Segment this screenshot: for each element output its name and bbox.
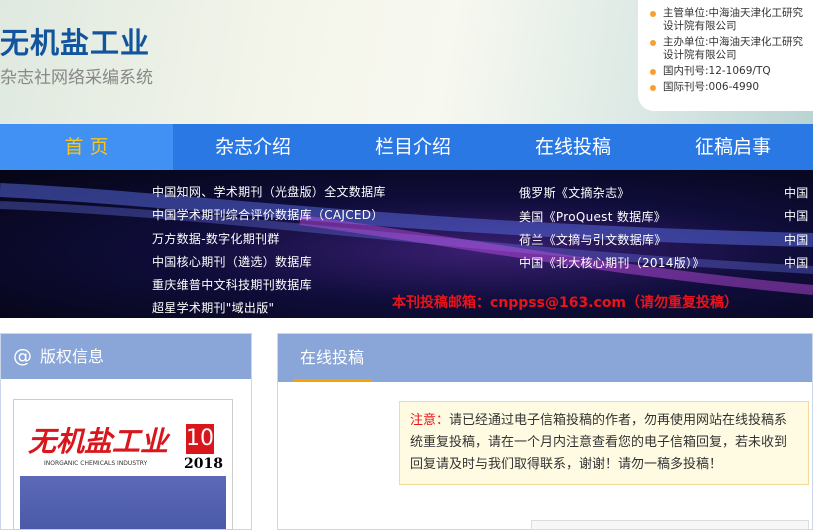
info-text: 国际刊号:006-4990 xyxy=(663,81,760,93)
nav-journal-intro[interactable]: 杂志介绍 xyxy=(173,124,333,170)
info-row: 国际刊号:006-4990 xyxy=(650,81,807,94)
info-text: 国内刊号:12-1069/TQ xyxy=(663,65,771,77)
index-db: 中国学术期刊综合评价数据库（CAJCED） xyxy=(152,208,384,222)
active-tab-indicator xyxy=(293,379,372,382)
index-db: 荷兰《文摘与引文数据库》 xyxy=(519,233,667,247)
nav-online-submission[interactable]: 在线投稿 xyxy=(493,124,653,170)
index-db: 中国 xyxy=(784,209,809,223)
site-header: 无机盐工业 杂志社网络采编系统 主管单位:中海油天津化工研究设计院有限公司 主办… xyxy=(0,0,813,124)
cover-issue: 10 xyxy=(186,424,214,454)
cover-band xyxy=(20,476,226,529)
at-icon: @ xyxy=(13,345,32,367)
cover-title: 无机盐工业 xyxy=(28,425,169,458)
info-row: 国内刊号:12-1069/TQ xyxy=(650,65,807,78)
panel-header: 在线投稿 xyxy=(278,334,812,382)
notice-label: 注意： xyxy=(410,413,450,428)
index-db: 中国核心期刊（遴选）数据库 xyxy=(152,255,312,269)
info-row: 主管单位:中海油天津化工研究设计院有限公司 xyxy=(650,7,807,33)
notice-box: 注意：请已经通过电子信箱投稿的作者，勿再使用网站在线投稿系统重复投稿，请在一个月… xyxy=(399,401,809,485)
cover-year: 2018 xyxy=(184,456,223,472)
site-subtitle: 杂志社网络采编系统 xyxy=(0,68,153,88)
bullet-icon xyxy=(650,85,656,91)
info-row: 主办单位:中海油天津化工研究设计院有限公司 xyxy=(650,36,807,62)
bullet-icon xyxy=(650,69,656,75)
index-db: 中国知网、学术期刊（光盘版）全文数据库 xyxy=(152,185,386,199)
nav-call-for-papers[interactable]: 征稿启事 xyxy=(653,124,813,170)
tab-online-submission[interactable]: 在线投稿 xyxy=(300,348,364,367)
site-title[interactable]: 无机盐工业 xyxy=(0,20,150,62)
bullet-icon xyxy=(650,11,656,17)
panel-title: 版权信息 xyxy=(40,347,105,366)
index-db: 重庆维普中文科技期刊数据库 xyxy=(152,278,312,292)
index-db: 中国 xyxy=(784,233,809,247)
index-banner: 中国知网、学术期刊（光盘版）全文数据库 中国学术期刊综合评价数据库（CAJCED… xyxy=(0,170,813,318)
bullet-icon xyxy=(650,40,656,46)
main-nav: 首 页 杂志介绍 栏目介绍 在线投稿 征稿启事 xyxy=(0,124,813,170)
index-db: 俄罗斯《文摘杂志》 xyxy=(519,186,630,200)
info-text: 主管单位:中海油天津化工研究设计院有限公司 xyxy=(663,7,804,32)
index-db: 中国《北大核心期刊（2014版）》 xyxy=(519,256,705,270)
journal-info-box: 主管单位:中海油天津化工研究设计院有限公司 主办单位:中海油天津化工研究设计院有… xyxy=(638,0,813,111)
index-db: 中国 xyxy=(784,186,809,200)
index-db: 万方数据-数字化期刊群 xyxy=(152,232,280,246)
submission-email-notice: 本刊投稿邮箱：cnppss@163.com（请勿重复投稿） xyxy=(392,295,739,311)
notice-text: 稿！ xyxy=(696,457,723,472)
journal-cover-image[interactable]: 无机盐工业 INORGANIC CHEMICALS INDUSTRY 10 20… xyxy=(13,399,233,530)
cover-english: INORGANIC CHEMICALS INDUSTRY xyxy=(44,460,148,467)
submission-form-box[interactable] xyxy=(531,520,809,530)
panel-header: @ 版权信息 xyxy=(1,334,251,379)
nav-column-intro[interactable]: 栏目介绍 xyxy=(333,124,493,170)
index-db: 美国《ProQuest 数据库》 xyxy=(519,210,667,224)
index-db: 超星学术期刊"域出版" xyxy=(152,301,275,315)
info-text: 主办单位:中海油天津化工研究设计院有限公司 xyxy=(663,36,804,61)
nav-home[interactable]: 首 页 xyxy=(0,124,173,170)
index-db: 中国 xyxy=(784,256,809,270)
